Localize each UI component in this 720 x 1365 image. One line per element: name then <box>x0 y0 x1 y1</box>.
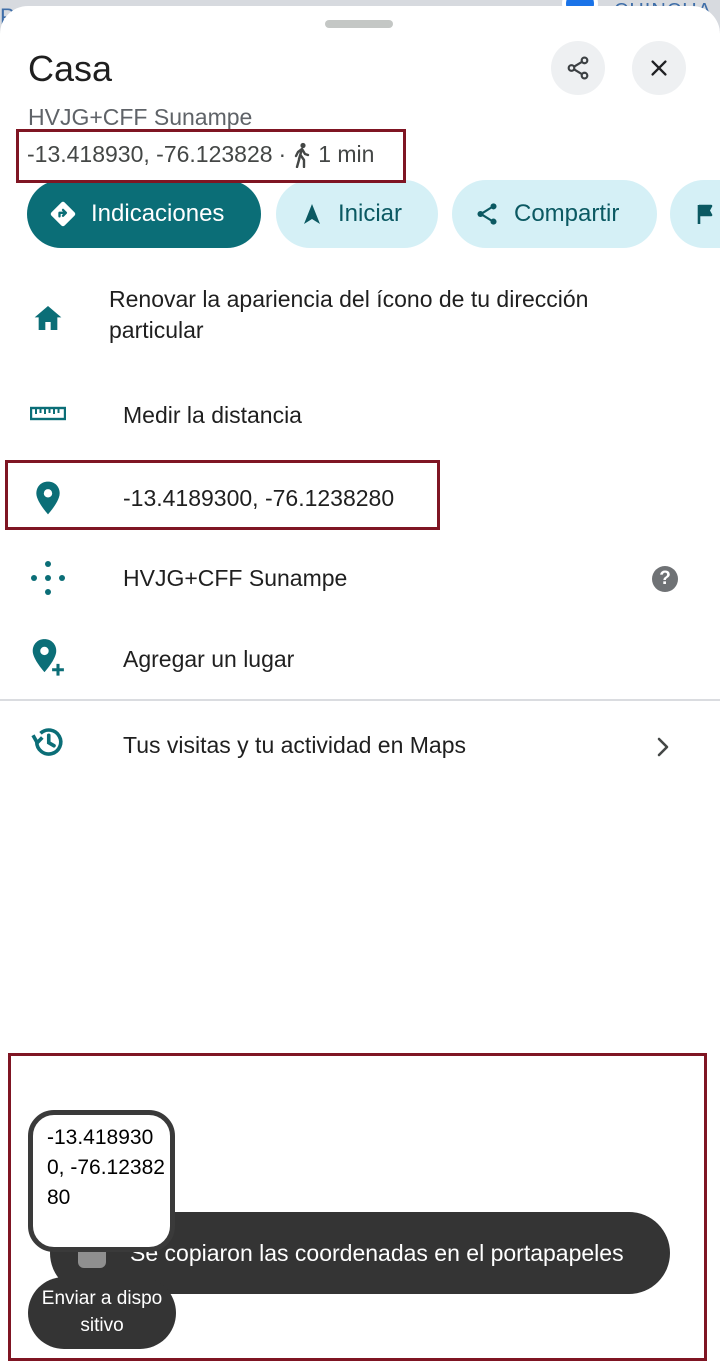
chevron-right-icon <box>657 737 669 757</box>
walk-time-text: 1 min <box>318 141 375 167</box>
share-chip-button[interactable]: Compartir <box>452 180 657 248</box>
coords-text: -13.418930, -76.123828 <box>27 141 273 167</box>
share-chip-label: Compartir <box>514 200 620 227</box>
measure-row-label: Medir la distancia <box>123 402 302 428</box>
separator-dot: · <box>278 141 287 167</box>
list-item-activity[interactable]: Tus visitas y tu actividad en Maps <box>0 710 720 776</box>
send-to-device-button[interactable]: Enviar a dispositivo <box>28 1277 176 1349</box>
share-button[interactable] <box>551 41 605 95</box>
walking-person-icon <box>295 142 310 168</box>
coords-summary: -13.418930, -76.123828 · 1 min <box>27 141 374 168</box>
list-item-home-icon-refresh[interactable]: Renovar la apariencia del ícono de tu di… <box>0 276 720 366</box>
directions-icon <box>50 201 76 227</box>
add-place-row-label: Agregar un lugar <box>123 646 295 672</box>
clipboard-preview[interactable]: -13.4189300, -76.1238280 <box>28 1110 175 1252</box>
location-pin-icon <box>28 478 68 518</box>
share-icon <box>477 203 497 225</box>
ruler-icon <box>28 394 68 434</box>
list-item-add-place[interactable]: Agregar un lugar <box>0 626 720 690</box>
list-item-plus-code[interactable]: HVJG+CFF Sunampe ? <box>0 546 720 610</box>
coordinates-row-label: -13.4189300, -76.1238280 <box>123 485 395 511</box>
home-row-label: Renovar la apariencia del ícono de tu di… <box>109 286 589 343</box>
flag-icon <box>697 204 713 224</box>
close-icon <box>651 60 667 76</box>
history-icon <box>28 722 68 762</box>
plus-code-row-label: HVJG+CFF Sunampe <box>123 565 348 591</box>
clipboard-preview-text: -13.4189300, -76.1238280 <box>47 1126 165 1209</box>
share-icon <box>567 56 589 80</box>
close-button[interactable] <box>632 41 686 95</box>
list-item-coordinates[interactable]: -13.4189300, -76.1238280 <box>0 466 720 532</box>
plus-code-subtitle: HVJG+CFF Sunampe <box>28 104 253 130</box>
help-icon[interactable]: ? <box>652 566 678 592</box>
directions-button[interactable]: Indicaciones <box>27 180 261 248</box>
plus-code-dots-icon <box>28 558 68 598</box>
list-item-measure-distance[interactable]: Medir la distancia <box>0 386 720 446</box>
activity-row-label: Tus visitas y tu actividad en Maps <box>123 732 467 758</box>
start-button[interactable]: Iniciar <box>276 180 438 248</box>
directions-label: Indicaciones <box>91 200 225 227</box>
place-title: Casa <box>28 48 113 89</box>
toast-message: Se copiaron las coordenadas en el portap… <box>130 1239 624 1266</box>
home-icon <box>28 298 68 338</box>
send-to-device-label: Enviar a dispositivo <box>41 1288 163 1336</box>
add-location-icon <box>28 638 68 678</box>
navigation-arrow-icon <box>304 204 320 224</box>
sheet-drag-handle[interactable] <box>325 20 393 28</box>
section-divider <box>0 699 720 701</box>
start-label: Iniciar <box>338 200 403 227</box>
save-flag-button[interactable] <box>670 180 720 248</box>
